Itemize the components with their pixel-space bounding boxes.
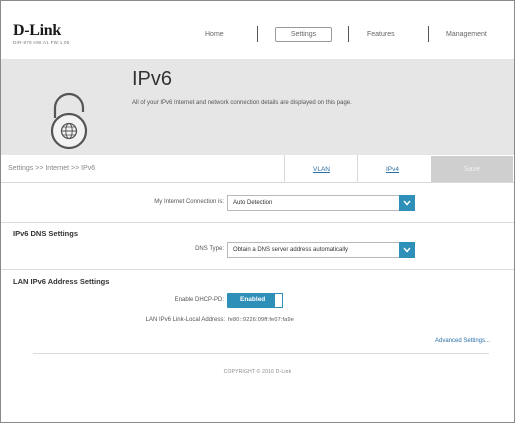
chevron-down-icon[interactable] [399, 195, 415, 211]
dns-type-label: DNS Type: [195, 246, 224, 252]
nav-separator [257, 26, 258, 42]
nav-home[interactable]: Home [205, 31, 224, 38]
tab-divider [357, 155, 358, 183]
model-info: DIR-879 HW:A1 FW:1.05 [13, 40, 70, 45]
advanced-settings-link[interactable]: Advanced Settings... [435, 338, 490, 344]
toggle-knob[interactable] [274, 293, 283, 308]
page-frame: D-Link DIR-879 HW:A1 FW:1.05 Home Settin… [0, 0, 515, 423]
dhcp-pd-state: Enabled [240, 296, 266, 303]
footer-divider [33, 353, 489, 354]
save-button[interactable]: Save [431, 156, 513, 182]
nav-management[interactable]: Management [446, 31, 487, 38]
dns-type-value: Obtain a DNS server address automaticall… [233, 247, 349, 253]
chevron-down-icon[interactable] [399, 242, 415, 258]
breadcrumb: Settings >> Internet >> IPv6 [8, 165, 96, 172]
dlink-logo[interactable]: D-Link [13, 22, 61, 40]
page-description: All of your IPv6 Internet and network co… [132, 100, 352, 106]
link-local-label: LAN IPv6 Link-Local Address: [145, 317, 225, 323]
nav-features[interactable]: Features [367, 31, 395, 38]
tab-divider [284, 155, 285, 183]
nav-settings[interactable]: Settings [275, 27, 332, 42]
nav-separator [428, 26, 429, 42]
dns-type-select[interactable]: Obtain a DNS server address automaticall… [227, 242, 415, 258]
dns-section-title: IPv6 DNS Settings [13, 229, 79, 238]
connection-type-select[interactable]: Auto Detection [227, 195, 415, 211]
dhcp-pd-toggle[interactable]: Enabled [227, 293, 283, 308]
tab-vlan[interactable]: VLAN [313, 166, 330, 173]
connection-label: My Internet Connection is: [154, 199, 224, 205]
nav-separator [348, 26, 349, 42]
lan-section-title: LAN IPv6 Address Settings [13, 277, 110, 286]
copyright-text: COPYRIGHT © 2016 D-Link [223, 369, 292, 375]
tab-ipv4[interactable]: IPv4 [386, 166, 399, 173]
section-divider [1, 269, 514, 270]
section-divider [1, 222, 514, 223]
lock-globe-icon [50, 92, 88, 150]
dhcp-pd-label: Enable DHCP-PD: [174, 297, 224, 303]
page-title: IPv6 [132, 68, 173, 90]
connection-type-value: Auto Detection [233, 200, 273, 206]
link-local-value: fe80::9226:09ff:fe07:fa9e [228, 317, 295, 323]
